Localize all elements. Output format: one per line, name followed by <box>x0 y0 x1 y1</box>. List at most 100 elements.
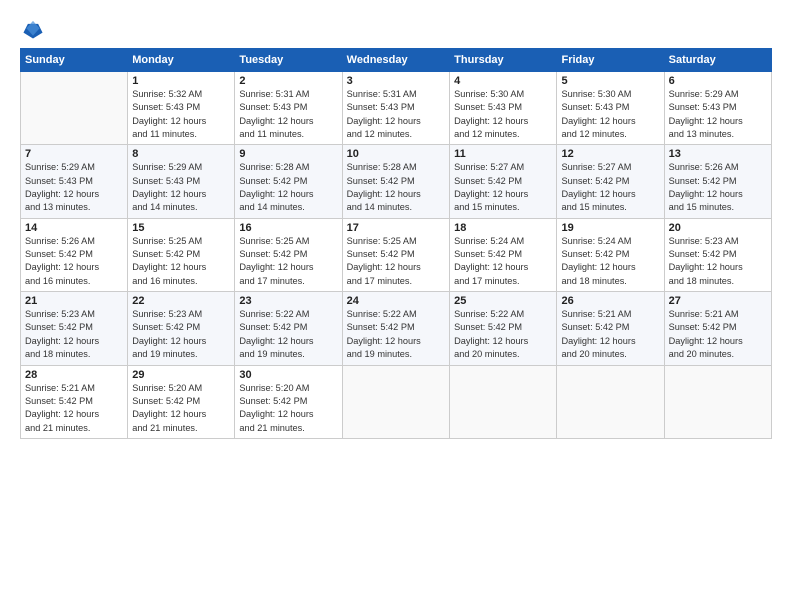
day-info: Sunrise: 5:30 AM Sunset: 5:43 PM Dayligh… <box>561 88 659 141</box>
day-number: 23 <box>239 295 337 307</box>
calendar-week-row: 1Sunrise: 5:32 AM Sunset: 5:43 PM Daylig… <box>21 72 772 145</box>
calendar-week-row: 28Sunrise: 5:21 AM Sunset: 5:42 PM Dayli… <box>21 365 772 438</box>
calendar-cell: 18Sunrise: 5:24 AM Sunset: 5:42 PM Dayli… <box>450 218 557 291</box>
calendar-cell: 10Sunrise: 5:28 AM Sunset: 5:42 PM Dayli… <box>342 145 449 218</box>
day-number: 14 <box>25 222 123 234</box>
calendar-header-tuesday: Tuesday <box>235 49 342 72</box>
calendar-cell: 27Sunrise: 5:21 AM Sunset: 5:42 PM Dayli… <box>664 292 771 365</box>
day-number: 6 <box>669 75 767 87</box>
calendar-cell: 11Sunrise: 5:27 AM Sunset: 5:42 PM Dayli… <box>450 145 557 218</box>
day-info: Sunrise: 5:22 AM Sunset: 5:42 PM Dayligh… <box>347 308 445 361</box>
calendar-cell: 3Sunrise: 5:31 AM Sunset: 5:43 PM Daylig… <box>342 72 449 145</box>
day-number: 27 <box>669 295 767 307</box>
calendar-cell: 5Sunrise: 5:30 AM Sunset: 5:43 PM Daylig… <box>557 72 664 145</box>
day-info: Sunrise: 5:32 AM Sunset: 5:43 PM Dayligh… <box>132 88 230 141</box>
calendar-header-sunday: Sunday <box>21 49 128 72</box>
day-number: 28 <box>25 369 123 381</box>
calendar-cell: 13Sunrise: 5:26 AM Sunset: 5:42 PM Dayli… <box>664 145 771 218</box>
calendar-cell: 4Sunrise: 5:30 AM Sunset: 5:43 PM Daylig… <box>450 72 557 145</box>
day-number: 29 <box>132 369 230 381</box>
day-info: Sunrise: 5:26 AM Sunset: 5:42 PM Dayligh… <box>25 235 123 288</box>
day-number: 24 <box>347 295 445 307</box>
calendar-cell: 14Sunrise: 5:26 AM Sunset: 5:42 PM Dayli… <box>21 218 128 291</box>
calendar-cell: 15Sunrise: 5:25 AM Sunset: 5:42 PM Dayli… <box>128 218 235 291</box>
calendar-week-row: 14Sunrise: 5:26 AM Sunset: 5:42 PM Dayli… <box>21 218 772 291</box>
day-number: 1 <box>132 75 230 87</box>
calendar-cell: 17Sunrise: 5:25 AM Sunset: 5:42 PM Dayli… <box>342 218 449 291</box>
calendar-header-friday: Friday <box>557 49 664 72</box>
calendar-cell: 9Sunrise: 5:28 AM Sunset: 5:42 PM Daylig… <box>235 145 342 218</box>
day-info: Sunrise: 5:22 AM Sunset: 5:42 PM Dayligh… <box>239 308 337 361</box>
day-number: 17 <box>347 222 445 234</box>
calendar-cell: 7Sunrise: 5:29 AM Sunset: 5:43 PM Daylig… <box>21 145 128 218</box>
day-info: Sunrise: 5:23 AM Sunset: 5:42 PM Dayligh… <box>669 235 767 288</box>
day-info: Sunrise: 5:25 AM Sunset: 5:42 PM Dayligh… <box>239 235 337 288</box>
calendar-cell: 19Sunrise: 5:24 AM Sunset: 5:42 PM Dayli… <box>557 218 664 291</box>
calendar-cell: 28Sunrise: 5:21 AM Sunset: 5:42 PM Dayli… <box>21 365 128 438</box>
day-number: 15 <box>132 222 230 234</box>
calendar-cell: 20Sunrise: 5:23 AM Sunset: 5:42 PM Dayli… <box>664 218 771 291</box>
day-number: 5 <box>561 75 659 87</box>
calendar-cell: 30Sunrise: 5:20 AM Sunset: 5:42 PM Dayli… <box>235 365 342 438</box>
day-number: 12 <box>561 148 659 160</box>
day-info: Sunrise: 5:28 AM Sunset: 5:42 PM Dayligh… <box>239 161 337 214</box>
calendar-header-wednesday: Wednesday <box>342 49 449 72</box>
calendar-cell <box>21 72 128 145</box>
day-number: 19 <box>561 222 659 234</box>
day-info: Sunrise: 5:28 AM Sunset: 5:42 PM Dayligh… <box>347 161 445 214</box>
calendar-cell: 6Sunrise: 5:29 AM Sunset: 5:43 PM Daylig… <box>664 72 771 145</box>
calendar-week-row: 7Sunrise: 5:29 AM Sunset: 5:43 PM Daylig… <box>21 145 772 218</box>
logo-icon <box>22 18 44 40</box>
day-number: 7 <box>25 148 123 160</box>
day-info: Sunrise: 5:23 AM Sunset: 5:42 PM Dayligh… <box>25 308 123 361</box>
day-info: Sunrise: 5:24 AM Sunset: 5:42 PM Dayligh… <box>454 235 552 288</box>
day-number: 25 <box>454 295 552 307</box>
day-number: 18 <box>454 222 552 234</box>
day-number: 11 <box>454 148 552 160</box>
calendar-cell: 1Sunrise: 5:32 AM Sunset: 5:43 PM Daylig… <box>128 72 235 145</box>
calendar-cell: 22Sunrise: 5:23 AM Sunset: 5:42 PM Dayli… <box>128 292 235 365</box>
calendar-cell: 26Sunrise: 5:21 AM Sunset: 5:42 PM Dayli… <box>557 292 664 365</box>
calendar-cell: 12Sunrise: 5:27 AM Sunset: 5:42 PM Dayli… <box>557 145 664 218</box>
day-number: 4 <box>454 75 552 87</box>
calendar-cell: 16Sunrise: 5:25 AM Sunset: 5:42 PM Dayli… <box>235 218 342 291</box>
calendar-cell: 23Sunrise: 5:22 AM Sunset: 5:42 PM Dayli… <box>235 292 342 365</box>
day-number: 22 <box>132 295 230 307</box>
day-number: 8 <box>132 148 230 160</box>
day-info: Sunrise: 5:26 AM Sunset: 5:42 PM Dayligh… <box>669 161 767 214</box>
day-info: Sunrise: 5:25 AM Sunset: 5:42 PM Dayligh… <box>347 235 445 288</box>
day-number: 13 <box>669 148 767 160</box>
day-info: Sunrise: 5:21 AM Sunset: 5:42 PM Dayligh… <box>669 308 767 361</box>
day-info: Sunrise: 5:20 AM Sunset: 5:42 PM Dayligh… <box>239 382 337 435</box>
calendar-cell: 25Sunrise: 5:22 AM Sunset: 5:42 PM Dayli… <box>450 292 557 365</box>
day-info: Sunrise: 5:29 AM Sunset: 5:43 PM Dayligh… <box>132 161 230 214</box>
calendar-header-monday: Monday <box>128 49 235 72</box>
day-number: 10 <box>347 148 445 160</box>
day-number: 16 <box>239 222 337 234</box>
page: SundayMondayTuesdayWednesdayThursdayFrid… <box>0 0 792 612</box>
calendar-cell <box>664 365 771 438</box>
calendar-table: SundayMondayTuesdayWednesdayThursdayFrid… <box>20 48 772 439</box>
calendar-cell: 21Sunrise: 5:23 AM Sunset: 5:42 PM Dayli… <box>21 292 128 365</box>
day-info: Sunrise: 5:21 AM Sunset: 5:42 PM Dayligh… <box>561 308 659 361</box>
day-info: Sunrise: 5:31 AM Sunset: 5:43 PM Dayligh… <box>239 88 337 141</box>
day-info: Sunrise: 5:25 AM Sunset: 5:42 PM Dayligh… <box>132 235 230 288</box>
day-info: Sunrise: 5:30 AM Sunset: 5:43 PM Dayligh… <box>454 88 552 141</box>
day-info: Sunrise: 5:20 AM Sunset: 5:42 PM Dayligh… <box>132 382 230 435</box>
calendar-cell: 24Sunrise: 5:22 AM Sunset: 5:42 PM Dayli… <box>342 292 449 365</box>
day-info: Sunrise: 5:29 AM Sunset: 5:43 PM Dayligh… <box>25 161 123 214</box>
day-info: Sunrise: 5:27 AM Sunset: 5:42 PM Dayligh… <box>561 161 659 214</box>
calendar-header-row: SundayMondayTuesdayWednesdayThursdayFrid… <box>21 49 772 72</box>
day-info: Sunrise: 5:21 AM Sunset: 5:42 PM Dayligh… <box>25 382 123 435</box>
day-info: Sunrise: 5:31 AM Sunset: 5:43 PM Dayligh… <box>347 88 445 141</box>
day-info: Sunrise: 5:29 AM Sunset: 5:43 PM Dayligh… <box>669 88 767 141</box>
calendar-cell <box>342 365 449 438</box>
day-number: 30 <box>239 369 337 381</box>
header <box>20 18 772 40</box>
day-number: 9 <box>239 148 337 160</box>
day-info: Sunrise: 5:23 AM Sunset: 5:42 PM Dayligh… <box>132 308 230 361</box>
day-number: 20 <box>669 222 767 234</box>
calendar-cell: 8Sunrise: 5:29 AM Sunset: 5:43 PM Daylig… <box>128 145 235 218</box>
calendar-cell <box>557 365 664 438</box>
day-number: 21 <box>25 295 123 307</box>
